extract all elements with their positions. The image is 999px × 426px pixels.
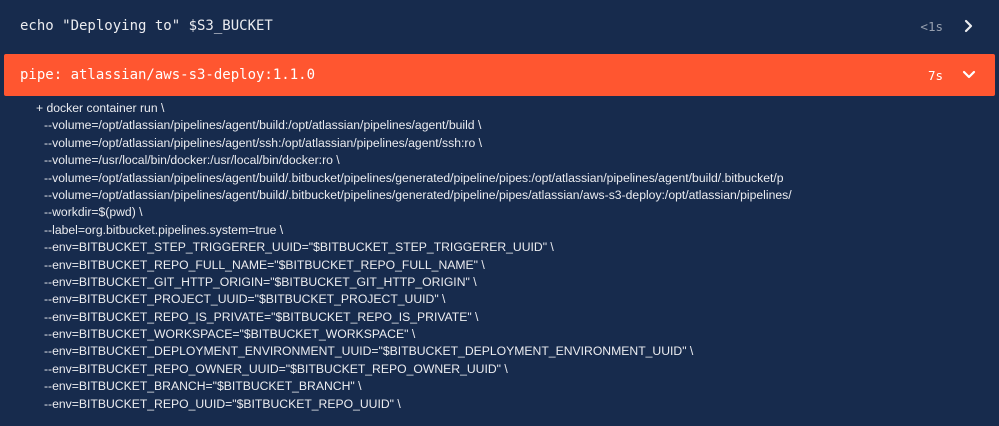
log-line: --volume=/opt/atlassian/pipelines/agent/… — [44, 118, 482, 133]
log-output: + docker container run \ --volume=/opt/a… — [0, 100, 999, 426]
log-line: --env=BITBUCKET_WORKSPACE="$BITBUCKET_WO… — [44, 327, 416, 342]
step-command: echo "Deploying to" $S3_BUCKET — [20, 18, 273, 34]
log-line: --workdir=$(pwd) \ — [44, 205, 143, 220]
step-pipe-aws-s3-deploy[interactable]: pipe: atlassian/aws-s3-deploy:1.1.0 7s — [4, 54, 995, 96]
log-line: --env=BITBUCKET_REPO_IS_PRIVATE="$BITBUC… — [44, 309, 479, 324]
log-line: --env=BITBUCKET_REPO_OWNER_UUID="$BITBUC… — [44, 361, 508, 376]
log-line: --env=BITBUCKET_REPO_FULL_NAME="$BITBUCK… — [44, 257, 485, 272]
log-line: --env=BITBUCKET_PROJECT_UUID="$BITBUCKET… — [44, 292, 446, 307]
chevron-right-icon[interactable] — [961, 18, 977, 34]
log-line: + docker container run \ — [36, 101, 165, 115]
step-echo-deploying[interactable]: echo "Deploying to" $S3_BUCKET <1s — [0, 0, 999, 52]
log-line: --label=org.bitbucket.pipelines.system=t… — [44, 222, 284, 237]
log-line: --volume=/usr/local/bin/docker:/usr/loca… — [44, 153, 340, 168]
log-line: --volume=/opt/atlassian/pipelines/agent/… — [44, 187, 792, 202]
log-line: --env=BITBUCKET_GIT_HTTP_ORIGIN="$BITBUC… — [44, 274, 477, 289]
step-duration: 7s — [927, 67, 943, 83]
log-line: --volume=/opt/atlassian/pipelines/agent/… — [44, 170, 784, 185]
step-duration: <1s — [920, 18, 943, 34]
log-line: --env=BITBUCKET_REPO_UUID="$BITBUCKET_RE… — [44, 396, 401, 411]
chevron-down-icon[interactable] — [961, 67, 977, 83]
log-line: --env=BITBUCKET_BRANCH="$BITBUCKET_BRANC… — [44, 379, 362, 394]
log-line: --volume=/opt/atlassian/pipelines/agent/… — [44, 135, 482, 150]
step-command: pipe: atlassian/aws-s3-deploy:1.1.0 — [20, 67, 316, 83]
log-line: --env=BITBUCKET_STEP_TRIGGERER_UUID="$BI… — [44, 240, 554, 255]
log-line: --env=BITBUCKET_DEPLOYMENT_ENVIRONMENT_U… — [44, 344, 694, 359]
